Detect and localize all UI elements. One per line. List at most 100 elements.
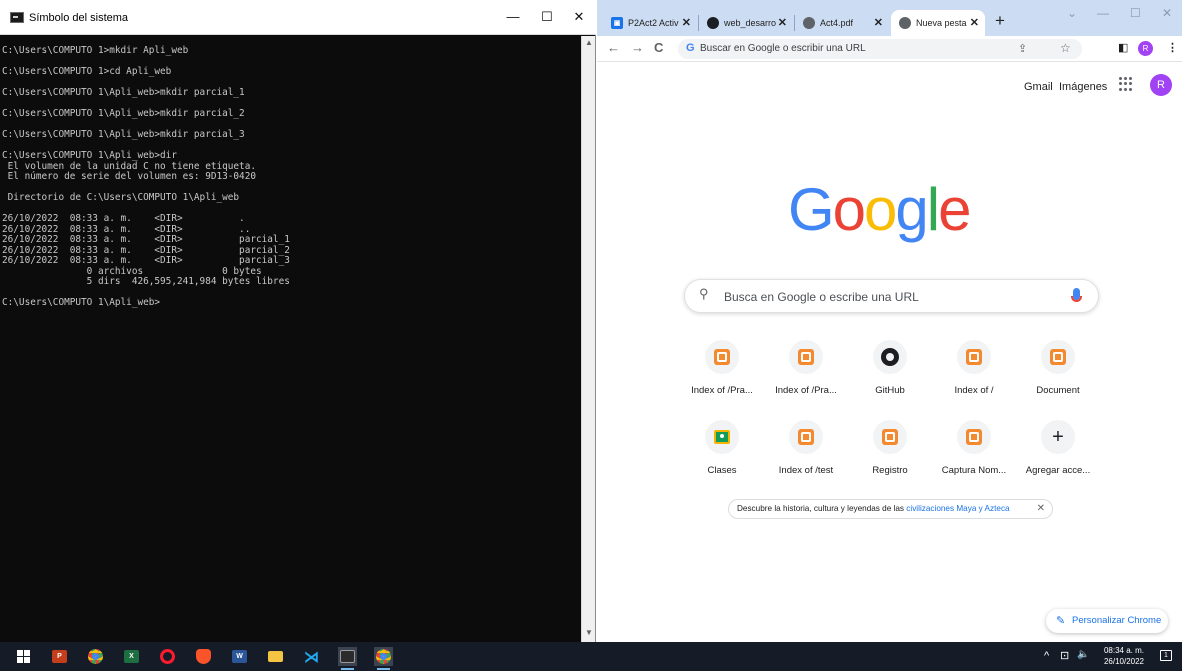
google-g-icon: G [686, 42, 695, 54]
xampp-icon [798, 349, 814, 365]
shortcut-icon-circle: + [1041, 420, 1075, 454]
cmd-minimize-button[interactable]: — [502, 6, 524, 28]
new-tab-button[interactable]: + [995, 11, 1005, 31]
tab-act4-pdf[interactable]: Act4.pdf ✕ [795, 10, 889, 36]
promo-link[interactable]: civilizaciones Maya y Azteca [906, 504, 1009, 513]
cmd-title-bar[interactable]: Símbolo del sistema — ☐ ✕ [0, 0, 596, 35]
scroll-up-icon[interactable]: ▲ [585, 38, 593, 47]
shortcut-tile[interactable]: GitHub [850, 340, 930, 416]
shortcut-icon-circle [957, 340, 991, 374]
chrome-menu-icon[interactable]: ⋮ [1167, 41, 1178, 54]
add-shortcut-tile[interactable]: + Agregar acce... [1018, 420, 1098, 496]
tab-search-chevron-icon[interactable]: ⌄ [1067, 6, 1077, 20]
shortcut-label: Agregar acce... [1025, 465, 1091, 476]
shortcut-label: Captura Nom... [941, 465, 1007, 476]
doodle-promo-chip[interactable]: Descubre la historia, cultura y leyendas… [728, 499, 1053, 519]
back-button[interactable]: ← [607, 40, 620, 55]
promo-close-icon[interactable]: ✕ [1037, 500, 1045, 518]
notifications-icon[interactable]: 1 [1160, 650, 1172, 661]
taskbar-powerpoint[interactable]: P [50, 647, 69, 666]
tray-chevron-icon[interactable]: ^ [1044, 650, 1049, 662]
tab-nueva-pestana[interactable]: Nueva pesta ✕ [891, 10, 985, 36]
search-box[interactable]: ⚲ Busca en Google o escribe una URL [684, 279, 1099, 313]
shortcut-tile[interactable]: Registro [850, 420, 930, 496]
taskbar: P X W ⋊ ^ ⊡ 🔈 08:34 a. m. 26/10/2022 1 [0, 642, 1182, 671]
tab-label: web_desarro [724, 18, 777, 28]
tab-close-icon[interactable]: ✕ [970, 16, 979, 29]
gmail-link[interactable]: Gmail [1024, 81, 1053, 93]
shortcut-tile[interactable]: Index of /test [766, 420, 846, 496]
shortcut-tile[interactable]: Index of /Pra... [682, 340, 762, 416]
shortcut-label: Document [1036, 385, 1080, 396]
volume-icon[interactable]: 🔈 [1077, 649, 1089, 660]
tab-p2act2[interactable]: ▣ P2Act2 Activ ✕ [603, 10, 697, 36]
word-icon: W [232, 650, 247, 663]
shortcut-tile[interactable]: Document [1018, 340, 1098, 416]
scroll-down-icon[interactable]: ▼ [585, 628, 593, 637]
chrome-minimize-button[interactable]: — [1097, 6, 1109, 20]
powerpoint-icon: P [52, 650, 67, 663]
chrome-maximize-button[interactable]: ☐ [1130, 6, 1141, 20]
network-icon[interactable]: ⊡ [1060, 649, 1069, 662]
tab-close-icon[interactable]: ✕ [778, 16, 787, 29]
bookmark-star-icon[interactable]: ☆ [1060, 41, 1071, 55]
customize-chrome-button[interactable]: ✎ Personalizar Chrome [1046, 609, 1168, 633]
chrome-close-button[interactable]: ✕ [1162, 6, 1172, 20]
taskbar-opera[interactable] [158, 647, 177, 666]
side-panel-icon[interactable]: ◧ [1118, 41, 1128, 54]
taskbar-vscode[interactable]: ⋊ [302, 647, 321, 666]
shortcut-tile[interactable]: Index of /Pra... [766, 340, 846, 416]
brave-icon [196, 649, 211, 664]
shortcut-label: Index of /Pra... [775, 385, 837, 396]
shortcut-icon-circle [873, 340, 907, 374]
cmd-close-button[interactable]: ✕ [568, 6, 590, 28]
shortcut-tile[interactable]: Captura Nom... [934, 420, 1014, 496]
microphone-icon[interactable] [1071, 288, 1082, 302]
shortcut-tile[interactable]: Clases [682, 420, 762, 496]
clock-date: 26/10/2022 [1103, 657, 1145, 666]
cmd-maximize-button[interactable]: ☐ [536, 6, 558, 28]
shortcut-icon-circle [705, 420, 739, 454]
taskbar-brave[interactable] [194, 647, 213, 666]
search-placeholder: Busca en Google o escribe una URL [724, 290, 919, 304]
images-link[interactable]: Imágenes [1059, 81, 1107, 93]
shortcut-tile[interactable]: Index of / [934, 340, 1014, 416]
cmd-scrollbar[interactable]: ▲ ▼ [581, 36, 595, 642]
taskbar-excel[interactable]: X [122, 647, 141, 666]
taskbar-file-explorer[interactable] [266, 647, 285, 666]
globe-icon [803, 17, 815, 29]
taskbar-cmd[interactable] [338, 647, 357, 670]
xampp-icon [1050, 349, 1066, 365]
tab-close-icon[interactable]: ✕ [682, 16, 691, 29]
chrome-window[interactable]: ▣ P2Act2 Activ ✕ web_desarro ✕ Act4.pdf … [597, 0, 1182, 642]
search-icon: ⚲ [699, 286, 709, 301]
tab-strip: ▣ P2Act2 Activ ✕ web_desarro ✕ Act4.pdf … [597, 0, 1182, 36]
chrome-toolbar: ← → C G Buscar en Google o escribir una … [597, 36, 1182, 62]
chrome-icon [376, 649, 391, 664]
taskbar-word[interactable]: W [230, 647, 249, 666]
github-icon [707, 17, 719, 29]
google-apps-icon[interactable] [1119, 77, 1133, 91]
address-bar[interactable]: G Buscar en Google o escribir una URL ⇪ … [678, 39, 1082, 59]
forward-button[interactable]: → [631, 40, 644, 55]
address-bar-placeholder: Buscar en Google o escribir una URL [700, 43, 866, 54]
google-account-avatar[interactable]: R [1150, 74, 1172, 96]
start-button[interactable] [14, 647, 33, 666]
profile-avatar-button[interactable]: R [1138, 41, 1153, 56]
share-icon[interactable]: ⇪ [1018, 42, 1027, 55]
tab-close-icon[interactable]: ✕ [874, 16, 883, 29]
reload-button[interactable]: C [654, 40, 663, 55]
chrome-icon [899, 17, 911, 29]
cmd-app-icon [10, 12, 24, 23]
github-icon [881, 348, 899, 366]
tab-web-desarrollo[interactable]: web_desarro ✕ [699, 10, 793, 36]
taskbar-chrome-profile[interactable] [374, 647, 393, 670]
vscode-icon: ⋊ [304, 648, 319, 666]
shortcut-icon-circle [1041, 340, 1075, 374]
xampp-icon [882, 429, 898, 445]
system-clock[interactable]: 08:34 a. m. 26/10/2022 [1099, 645, 1149, 667]
cmd-window[interactable]: Símbolo del sistema — ☐ ✕ C:\Users\COMPU… [0, 0, 596, 642]
shortcut-label: Index of / [954, 385, 994, 396]
taskbar-chrome[interactable] [86, 647, 105, 666]
cmd-console-output[interactable]: C:\Users\COMPUTO 1>mkdir Apli_web C:\Use… [0, 36, 582, 640]
